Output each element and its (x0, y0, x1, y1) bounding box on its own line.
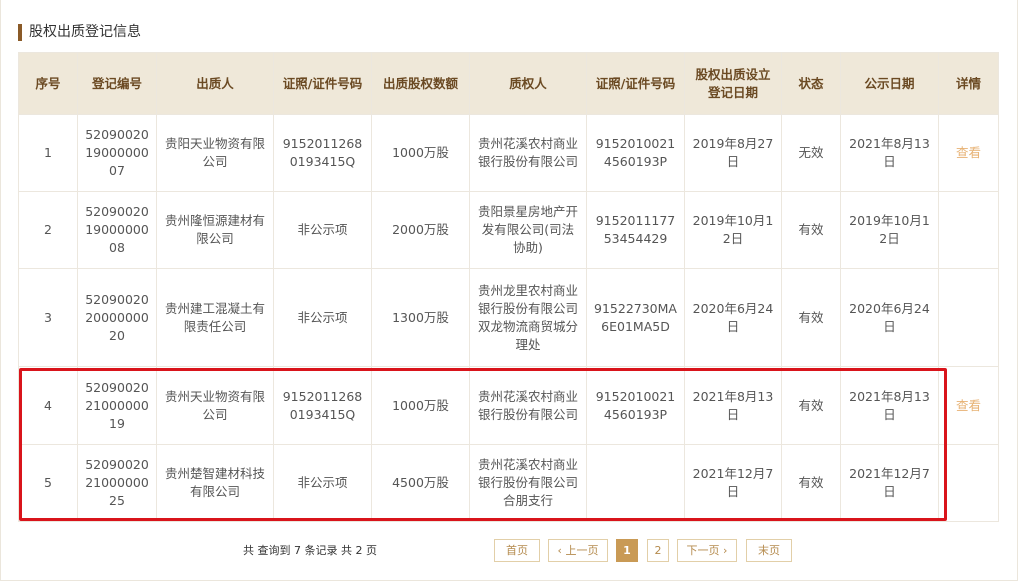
cell-pledgor-id: 91520112680193415Q (273, 366, 372, 445)
cell-no: 1 (18, 114, 78, 192)
cell-reg-no: 520900201900000008 (77, 191, 157, 269)
table-row: 2 520900201900000008 贵州隆恒源建材有限公司 非公示项 20… (18, 191, 999, 269)
cell-reg-no: 520900202000000020 (77, 268, 157, 367)
pagination-summary: 共 查询到 7 条记录 共 2 页 (243, 544, 377, 557)
cell-pledgee: 贵阳景星房地产开发有限公司(司法协助) (469, 191, 587, 269)
cell-reg-no: 520900201900000007 (77, 114, 157, 192)
cell-status: 有效 (781, 444, 841, 522)
cell-no: 2 (18, 191, 78, 269)
cell-pledgor: 贵州天业物资有限公司 (156, 366, 274, 445)
cell-detail: 查看 (938, 114, 999, 192)
cell-pub-date: 2021年12月7日 (840, 444, 939, 522)
cell-detail (938, 191, 999, 269)
cell-no: 4 (18, 366, 78, 445)
col-header-pledgor-id: 证照/证件号码 (273, 52, 372, 115)
cell-pledgor-id: 非公示项 (273, 191, 372, 269)
cell-pub-date: 2021年8月13日 (840, 114, 939, 192)
cell-amount: 1000万股 (371, 366, 470, 445)
col-header-pledgee: 质权人 (469, 52, 587, 115)
col-header-pledgor: 出质人 (156, 52, 274, 115)
cell-amount: 1300万股 (371, 268, 470, 367)
col-header-no: 序号 (18, 52, 78, 115)
cell-pledgor-id: 非公示项 (273, 268, 372, 367)
pager-page-1[interactable]: 1 (616, 539, 638, 562)
cell-detail (938, 268, 999, 367)
col-header-amount: 出质股权数额 (371, 52, 470, 115)
cell-pledgor-id: 91520112680193415Q (273, 114, 372, 192)
cell-reg-date: 2020年6月24日 (684, 268, 782, 367)
cell-status: 无效 (781, 114, 841, 192)
cell-amount: 4500万股 (371, 444, 470, 522)
col-header-reg-date: 股权出质设立登记日期 (684, 52, 782, 115)
pager-next-button[interactable]: 下一页 › (677, 539, 737, 562)
pager-prev-button[interactable]: ‹ 上一页 (548, 539, 608, 562)
cell-amount: 1000万股 (371, 114, 470, 192)
cell-reg-date: 2019年10月12日 (684, 191, 782, 269)
table-header-row: 序号 登记编号 出质人 证照/证件号码 出质股权数额 质权人 证照/证件号码 股… (18, 52, 999, 115)
cell-pledgee: 贵州花溪农村商业银行股份有限公司 (469, 114, 587, 192)
view-detail-link[interactable]: 查看 (956, 398, 981, 413)
cell-pledgor: 贵阳天业物资有限公司 (156, 114, 274, 192)
cell-pledgee: 贵州龙里农村商业银行股份有限公司双龙物流商贸城分理处 (469, 268, 587, 367)
col-header-pub-date: 公示日期 (840, 52, 939, 115)
cell-pledgee-id: 91520100214560193P (586, 366, 685, 445)
view-detail-link[interactable]: 查看 (956, 145, 981, 160)
col-header-pledgee-id: 证照/证件号码 (586, 52, 685, 115)
cell-pledgee-id (586, 444, 685, 522)
cell-no: 5 (18, 444, 78, 522)
cell-pledgor: 贵州建工混凝土有限责任公司 (156, 268, 274, 367)
cell-status: 有效 (781, 268, 841, 367)
col-header-detail: 详情 (938, 52, 999, 115)
pager-first-button[interactable]: 首页 (494, 539, 540, 562)
cell-amount: 2000万股 (371, 191, 470, 269)
col-header-status: 状态 (781, 52, 841, 115)
pager-last-button[interactable]: 末页 (746, 539, 792, 562)
cell-reg-no: 520900202100000019 (77, 366, 157, 445)
cell-pledgor: 贵州楚智建材科技有限公司 (156, 444, 274, 522)
cell-pub-date: 2019年10月12日 (840, 191, 939, 269)
cell-pledgee-id: 91522730MA6E01MA5D (586, 268, 685, 367)
cell-no: 3 (18, 268, 78, 367)
table-row: 5 520900202100000025 贵州楚智建材科技有限公司 非公示项 4… (18, 444, 999, 522)
cell-pub-date: 2020年6月24日 (840, 268, 939, 367)
cell-detail: 查看 (938, 366, 999, 445)
table-row: 4 520900202100000019 贵州天业物资有限公司 91520112… (18, 366, 999, 445)
cell-pledgor-id: 非公示项 (273, 444, 372, 522)
table-row: 3 520900202000000020 贵州建工混凝土有限责任公司 非公示项 … (18, 268, 999, 367)
cell-status: 有效 (781, 191, 841, 269)
cell-pledgor: 贵州隆恒源建材有限公司 (156, 191, 274, 269)
cell-detail (938, 444, 999, 522)
cell-reg-no: 520900202100000025 (77, 444, 157, 522)
cell-reg-date: 2019年8月27日 (684, 114, 782, 192)
cell-pledgee: 贵州花溪农村商业银行股份有限公司合朋支行 (469, 444, 587, 522)
col-header-reg-no: 登记编号 (77, 52, 157, 115)
cell-reg-date: 2021年8月13日 (684, 366, 782, 445)
cell-status: 有效 (781, 366, 841, 445)
pager-page-2[interactable]: 2 (647, 539, 669, 562)
cell-pledgee: 贵州花溪农村商业银行股份有限公司 (469, 366, 587, 445)
cell-pledgee-id: 915201117753454429 (586, 191, 685, 269)
cell-pub-date: 2021年8月13日 (840, 366, 939, 445)
table-row: 1 520900201900000007 贵阳天业物资有限公司 91520112… (18, 114, 999, 192)
pledge-info-panel: 股权出质登记信息 序号 登记编号 出质人 证照/证件号码 出质股权数额 质权人 … (0, 0, 1018, 581)
cell-reg-date: 2021年12月7日 (684, 444, 782, 522)
cell-pledgee-id: 91520100214560193P (586, 114, 685, 192)
section-title: 股权出质登记信息 (18, 24, 141, 41)
pledge-table: 序号 登记编号 出质人 证照/证件号码 出质股权数额 质权人 证照/证件号码 股… (18, 52, 999, 522)
